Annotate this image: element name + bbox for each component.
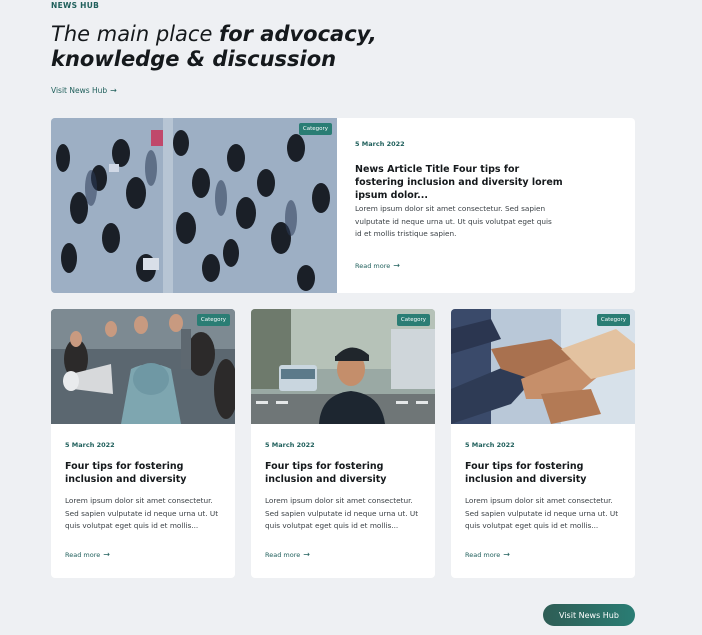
read-more-link[interactable]: Read more → (465, 550, 510, 560)
headline-bold-2: knowledge & discussion (51, 47, 337, 71)
featured-article-body: 5 March 2022 News Article Title Four tip… (337, 118, 635, 293)
street-portrait-photo (251, 309, 435, 424)
headline-bold-1: for advocacy, (219, 22, 377, 46)
stacked-hands-photo (451, 309, 635, 424)
arrow-right-icon: → (393, 261, 400, 270)
category-badge[interactable]: Category (196, 314, 230, 326)
arrow-right-icon: → (110, 85, 117, 95)
article-card-1[interactable]: Category 5 March 2022 Four tips for fost… (51, 309, 235, 578)
article-excerpt: Lorem ipsum dolor sit amet consectetur. … (65, 496, 219, 530)
headline-light: The main place (51, 22, 220, 46)
article-image-street: Category (251, 309, 435, 424)
arrow-right-icon: → (503, 550, 510, 559)
visit-news-hub-link-label: Visit News Hub (51, 86, 108, 95)
category-badge[interactable]: Category (396, 314, 430, 326)
category-badge[interactable]: Category (596, 314, 630, 326)
article-excerpt: Lorem ipsum dolor sit amet consectetur. … (465, 496, 619, 530)
arrow-right-icon: → (103, 550, 110, 559)
page-headline: The main place for advocacy, knowledge &… (51, 22, 411, 72)
visit-news-hub-link[interactable]: Visit News Hub → (51, 86, 117, 95)
read-more-link[interactable]: Read more → (265, 550, 310, 560)
arrow-right-icon: → (303, 550, 310, 559)
article-excerpt: Lorem ipsum dolor sit amet consectetur. … (355, 204, 552, 238)
article-excerpt: Lorem ipsum dolor sit amet consectetur. … (265, 496, 419, 530)
article-date: 5 March 2022 (355, 140, 405, 148)
category-badge[interactable]: Category (298, 123, 332, 135)
article-date: 5 March 2022 (465, 441, 515, 449)
read-more-label: Read more (65, 551, 101, 559)
article-title[interactable]: News Article Title Four tips for fosteri… (355, 163, 565, 202)
visit-news-hub-button[interactable]: Visit News Hub (543, 604, 635, 626)
read-more-label: Read more (355, 262, 391, 270)
article-card-3[interactable]: Category 5 March 2022 Four tips for fost… (451, 309, 635, 578)
article-image-hands: Category (451, 309, 635, 424)
article-image-protest: Category (51, 309, 235, 424)
article-date: 5 March 2022 (265, 441, 315, 449)
article-date: 5 March 2022 (65, 441, 115, 449)
featured-article-image: Category (51, 118, 337, 293)
read-more-label: Read more (265, 551, 301, 559)
read-more-label: Read more (465, 551, 501, 559)
protest-photo (51, 309, 235, 424)
article-title[interactable]: Four tips for fostering inclusion and di… (65, 460, 225, 486)
read-more-link[interactable]: Read more → (355, 261, 400, 271)
article-card-2[interactable]: Category 5 March 2022 Four tips for fost… (251, 309, 435, 578)
featured-article-card[interactable]: Category 5 March 2022 News Article Title… (51, 118, 635, 293)
article-title[interactable]: Four tips for fostering inclusion and di… (465, 460, 625, 486)
article-title[interactable]: Four tips for fostering inclusion and di… (265, 460, 425, 486)
crowd-photo (51, 118, 337, 293)
read-more-link[interactable]: Read more → (65, 550, 110, 560)
eyebrow-label: NEWS HUB (51, 1, 100, 10)
